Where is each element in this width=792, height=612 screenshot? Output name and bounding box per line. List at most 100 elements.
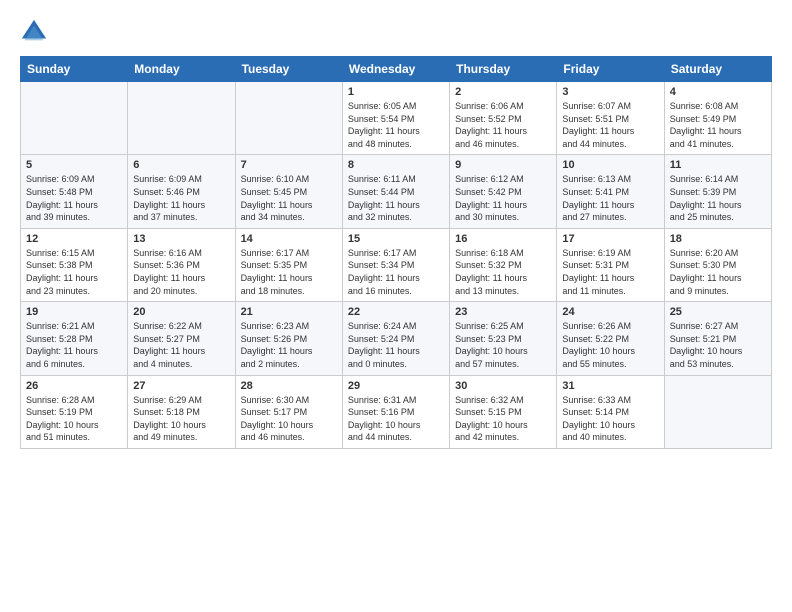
week-row-3: 12 Sunrise: 6:15 AM Sunset: 5:38 PM Dayli…: [21, 228, 772, 301]
day-number: 16: [455, 233, 551, 245]
day-info: Sunrise: 6:20 AM Sunset: 5:30 PM Dayligh…: [670, 247, 766, 297]
calendar-cell: 25 Sunrise: 6:27 AM Sunset: 5:21 PM Dayli…: [664, 302, 771, 375]
calendar-cell: 27 Sunrise: 6:29 AM Sunset: 5:18 PM Dayli…: [128, 375, 235, 448]
day-number: 31: [562, 380, 658, 392]
calendar-cell: 2 Sunrise: 6:06 AM Sunset: 5:52 PM Daylig…: [450, 82, 557, 155]
week-row-2: 5Sunrise: 6:09 AM Sunset: 5:48 PM Daylig…: [21, 155, 772, 228]
calendar-cell: 29Sunrise: 6:31 AM Sunset: 5:16 PM Dayli…: [342, 375, 449, 448]
day-number: 10: [562, 159, 658, 171]
day-number: 20: [133, 306, 229, 318]
day-info: Sunrise: 6:06 AM Sunset: 5:52 PM Dayligh…: [455, 100, 551, 150]
calendar-cell: 12 Sunrise: 6:15 AM Sunset: 5:38 PM Dayli…: [21, 228, 128, 301]
dow-header-wednesday: Wednesday: [342, 57, 449, 82]
dow-header-friday: Friday: [557, 57, 664, 82]
day-number: 14: [241, 233, 337, 245]
day-info: Sunrise: 6:32 AM Sunset: 5:15 PM Dayligh…: [455, 394, 551, 444]
day-number: 8: [348, 159, 444, 171]
dow-header-monday: Monday: [128, 57, 235, 82]
calendar-cell: 5Sunrise: 6:09 AM Sunset: 5:48 PM Daylig…: [21, 155, 128, 228]
calendar-cell: 13 Sunrise: 6:16 AM Sunset: 5:36 PM Dayli…: [128, 228, 235, 301]
calendar-cell: 11 Sunrise: 6:14 AM Sunset: 5:39 PM Dayli…: [664, 155, 771, 228]
day-info: Sunrise: 6:25 AM Sunset: 5:23 PM Dayligh…: [455, 320, 551, 370]
day-number: 25: [670, 306, 766, 318]
calendar-cell: 6 Sunrise: 6:09 AM Sunset: 5:46 PM Daylig…: [128, 155, 235, 228]
calendar-cell: 4 Sunrise: 6:08 AM Sunset: 5:49 PM Daylig…: [664, 82, 771, 155]
calendar-cell: 28 Sunrise: 6:30 AM Sunset: 5:17 PM Dayli…: [235, 375, 342, 448]
day-number: 1: [348, 86, 444, 98]
day-info: Sunrise: 6:08 AM Sunset: 5:49 PM Dayligh…: [670, 100, 766, 150]
day-number: 6: [133, 159, 229, 171]
calendar-cell: 20Sunrise: 6:22 AM Sunset: 5:27 PM Dayli…: [128, 302, 235, 375]
calendar-cell: 3 Sunrise: 6:07 AM Sunset: 5:51 PM Daylig…: [557, 82, 664, 155]
day-info: Sunrise: 6:33 AM Sunset: 5:14 PM Dayligh…: [562, 394, 658, 444]
day-number: 9: [455, 159, 551, 171]
page: SundayMondayTuesdayWednesdayThursdayFrid…: [0, 0, 792, 612]
week-row-5: 26 Sunrise: 6:28 AM Sunset: 5:19 PM Dayli…: [21, 375, 772, 448]
day-info: Sunrise: 6:09 AM Sunset: 5:48 PM Dayligh…: [26, 173, 122, 223]
day-info: Sunrise: 6:26 AM Sunset: 5:22 PM Dayligh…: [562, 320, 658, 370]
calendar-cell: 17 Sunrise: 6:19 AM Sunset: 5:31 PM Dayli…: [557, 228, 664, 301]
day-info: Sunrise: 6:11 AM Sunset: 5:44 PM Dayligh…: [348, 173, 444, 223]
day-info: Sunrise: 6:05 AM Sunset: 5:54 PM Dayligh…: [348, 100, 444, 150]
day-info: Sunrise: 6:16 AM Sunset: 5:36 PM Dayligh…: [133, 247, 229, 297]
dow-header-thursday: Thursday: [450, 57, 557, 82]
day-number: 4: [670, 86, 766, 98]
day-number: 21: [241, 306, 337, 318]
day-number: 22: [348, 306, 444, 318]
calendar-cell: [128, 82, 235, 155]
day-number: 30: [455, 380, 551, 392]
calendar-cell: 14Sunrise: 6:17 AM Sunset: 5:35 PM Dayli…: [235, 228, 342, 301]
dow-header-saturday: Saturday: [664, 57, 771, 82]
day-number: 2: [455, 86, 551, 98]
calendar-cell: 9 Sunrise: 6:12 AM Sunset: 5:42 PM Daylig…: [450, 155, 557, 228]
day-info: Sunrise: 6:29 AM Sunset: 5:18 PM Dayligh…: [133, 394, 229, 444]
day-number: 13: [133, 233, 229, 245]
calendar-cell: 18Sunrise: 6:20 AM Sunset: 5:30 PM Dayli…: [664, 228, 771, 301]
calendar-cell: [235, 82, 342, 155]
day-info: Sunrise: 6:28 AM Sunset: 5:19 PM Dayligh…: [26, 394, 122, 444]
day-info: Sunrise: 6:27 AM Sunset: 5:21 PM Dayligh…: [670, 320, 766, 370]
day-info: Sunrise: 6:10 AM Sunset: 5:45 PM Dayligh…: [241, 173, 337, 223]
day-info: Sunrise: 6:17 AM Sunset: 5:34 PM Dayligh…: [348, 247, 444, 297]
calendar-cell: 16 Sunrise: 6:18 AM Sunset: 5:32 PM Dayli…: [450, 228, 557, 301]
calendar-cell: [21, 82, 128, 155]
day-number: 17: [562, 233, 658, 245]
day-info: Sunrise: 6:07 AM Sunset: 5:51 PM Dayligh…: [562, 100, 658, 150]
day-info: Sunrise: 6:14 AM Sunset: 5:39 PM Dayligh…: [670, 173, 766, 223]
calendar-cell: [664, 375, 771, 448]
calendar-cell: 15 Sunrise: 6:17 AM Sunset: 5:34 PM Dayli…: [342, 228, 449, 301]
day-number: 15: [348, 233, 444, 245]
calendar-cell: 24 Sunrise: 6:26 AM Sunset: 5:22 PM Dayli…: [557, 302, 664, 375]
day-info: Sunrise: 6:30 AM Sunset: 5:17 PM Dayligh…: [241, 394, 337, 444]
day-info: Sunrise: 6:15 AM Sunset: 5:38 PM Dayligh…: [26, 247, 122, 297]
calendar-cell: 10 Sunrise: 6:13 AM Sunset: 5:41 PM Dayli…: [557, 155, 664, 228]
day-number: 26: [26, 380, 122, 392]
day-number: 12: [26, 233, 122, 245]
day-info: Sunrise: 6:18 AM Sunset: 5:32 PM Dayligh…: [455, 247, 551, 297]
day-number: 11: [670, 159, 766, 171]
calendar-cell: 21 Sunrise: 6:23 AM Sunset: 5:26 PM Dayli…: [235, 302, 342, 375]
day-info: Sunrise: 6:09 AM Sunset: 5:46 PM Dayligh…: [133, 173, 229, 223]
day-number: 24: [562, 306, 658, 318]
logo-icon: [20, 18, 48, 46]
calendar-cell: 31 Sunrise: 6:33 AM Sunset: 5:14 PM Dayli…: [557, 375, 664, 448]
day-info: Sunrise: 6:12 AM Sunset: 5:42 PM Dayligh…: [455, 173, 551, 223]
dow-header-tuesday: Tuesday: [235, 57, 342, 82]
calendar-cell: 26 Sunrise: 6:28 AM Sunset: 5:19 PM Dayli…: [21, 375, 128, 448]
day-number: 27: [133, 380, 229, 392]
day-number: 28: [241, 380, 337, 392]
day-info: Sunrise: 6:19 AM Sunset: 5:31 PM Dayligh…: [562, 247, 658, 297]
header: [20, 18, 772, 46]
calendar-cell: 23 Sunrise: 6:25 AM Sunset: 5:23 PM Dayli…: [450, 302, 557, 375]
day-number: 3: [562, 86, 658, 98]
day-number: 23: [455, 306, 551, 318]
day-info: Sunrise: 6:24 AM Sunset: 5:24 PM Dayligh…: [348, 320, 444, 370]
calendar-cell: 8 Sunrise: 6:11 AM Sunset: 5:44 PM Daylig…: [342, 155, 449, 228]
calendar-cell: 22 Sunrise: 6:24 AM Sunset: 5:24 PM Dayli…: [342, 302, 449, 375]
day-info: Sunrise: 6:13 AM Sunset: 5:41 PM Dayligh…: [562, 173, 658, 223]
day-info: Sunrise: 6:23 AM Sunset: 5:26 PM Dayligh…: [241, 320, 337, 370]
logo: [20, 18, 52, 46]
week-row-1: 1 Sunrise: 6:05 AM Sunset: 5:54 PM Daylig…: [21, 82, 772, 155]
calendar-cell: 30 Sunrise: 6:32 AM Sunset: 5:15 PM Dayli…: [450, 375, 557, 448]
day-number: 7: [241, 159, 337, 171]
